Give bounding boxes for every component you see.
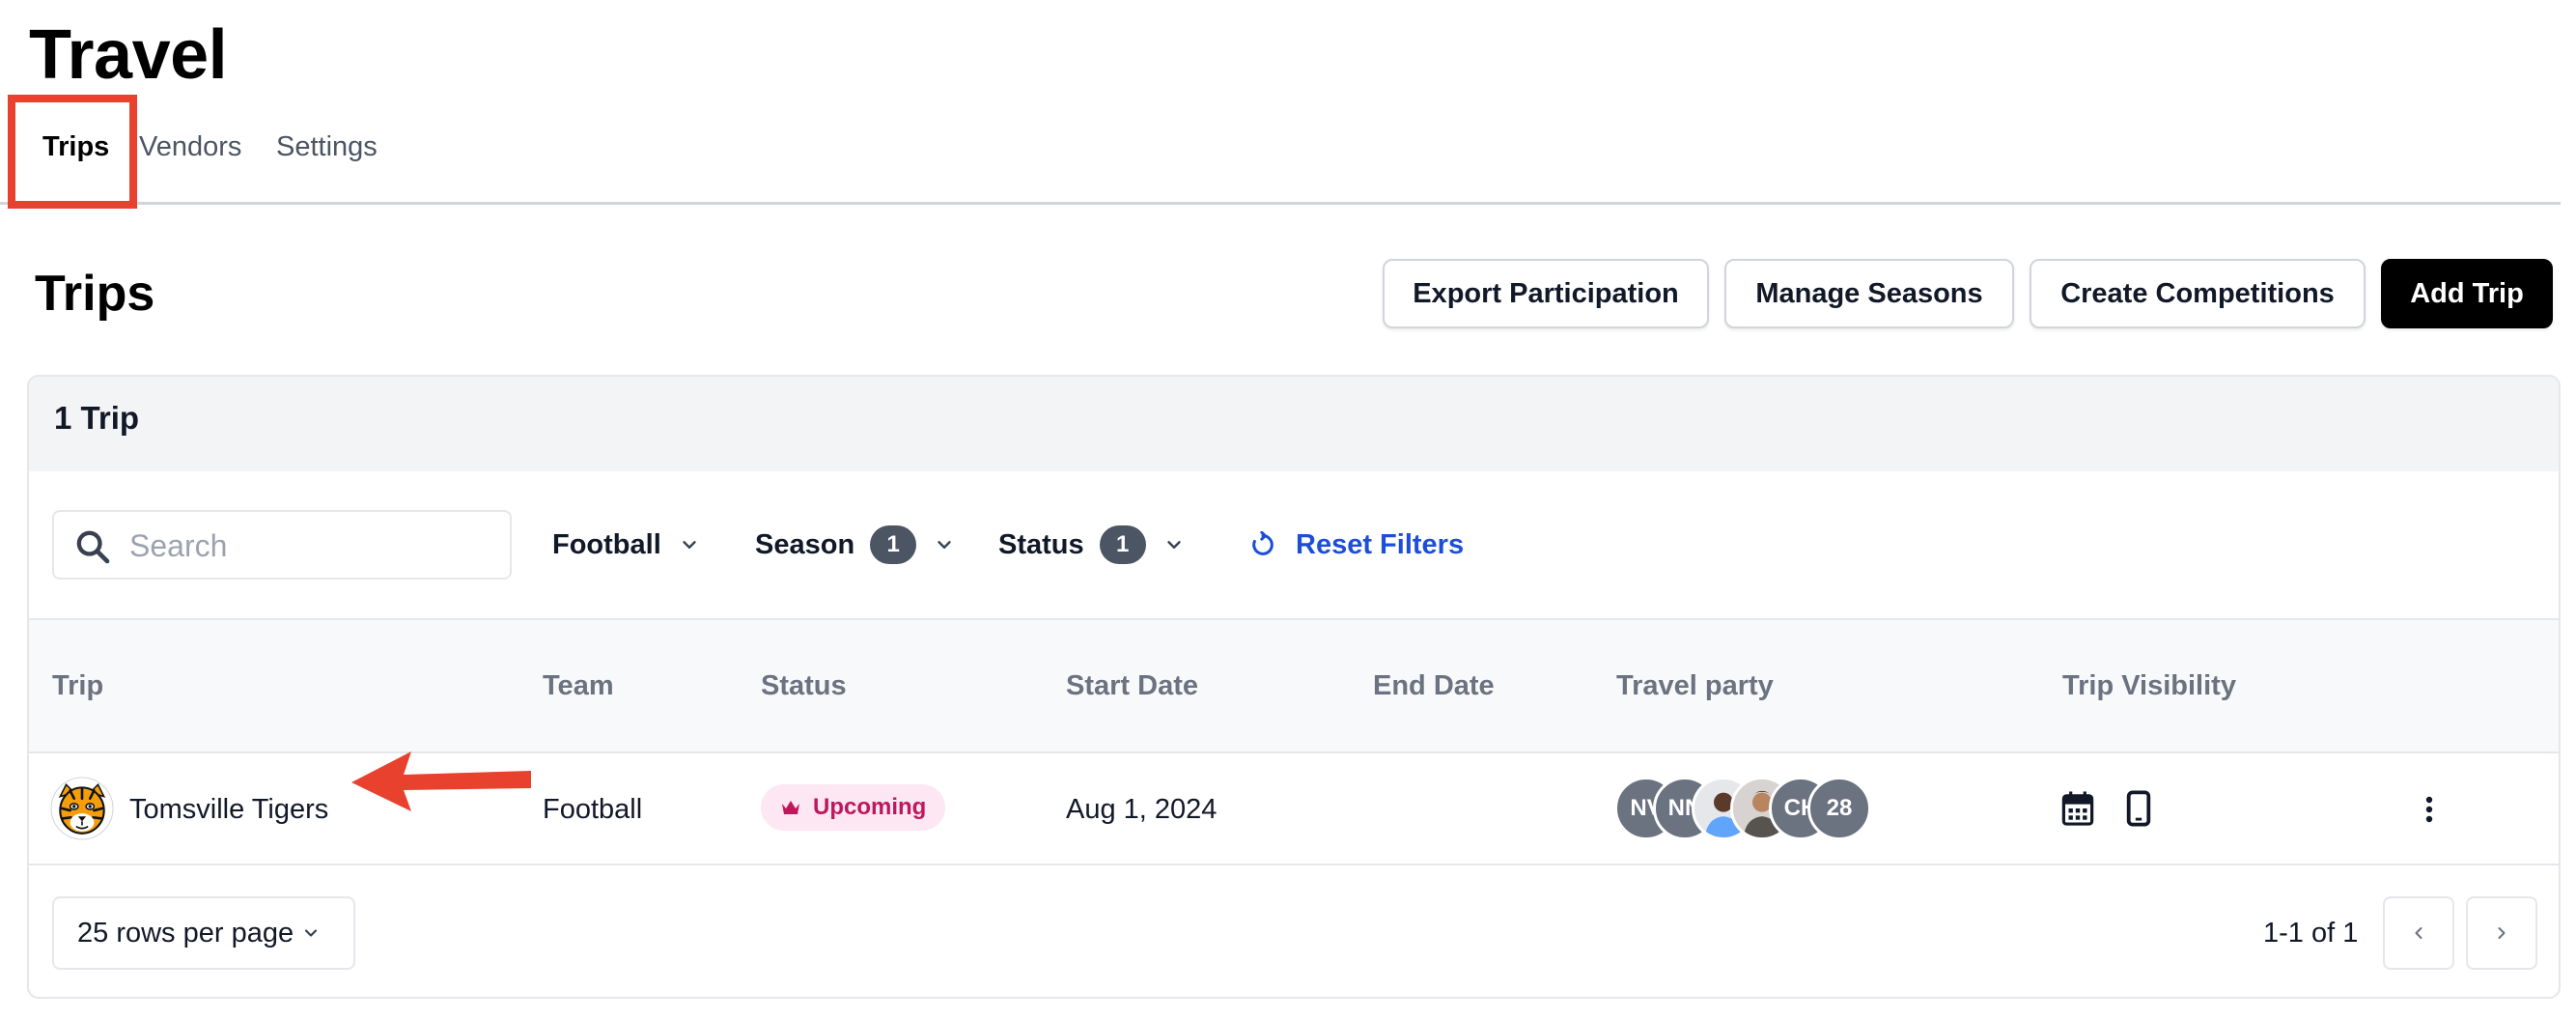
search-box[interactable] (52, 510, 512, 580)
rows-per-page-select[interactable]: 25 rows per page (52, 896, 355, 970)
search-input[interactable] (129, 524, 496, 568)
trip-name[interactable]: Tomsville Tigers (129, 794, 328, 826)
trip-count: 1 Trip (54, 400, 140, 436)
reset-filters-button[interactable]: Reset Filters (1249, 522, 1464, 568)
filter-season-label: Season (755, 528, 855, 560)
team-name: Football (543, 794, 643, 825)
column-header-trip[interactable]: Trip (52, 670, 103, 702)
filter-season-count-badge: 1 (870, 525, 917, 564)
card-header: 1 Trip (29, 377, 2559, 471)
manage-seasons-button[interactable]: Manage Seasons (1724, 259, 2014, 328)
column-header-travel-party[interactable]: Travel party (1616, 670, 1774, 702)
column-header-end-date[interactable]: End Date (1373, 670, 1495, 702)
page-title: Travel (29, 16, 228, 94)
table-header: Trip Team Status Start Date End Date Tra… (29, 618, 2559, 753)
chevron-down-icon (305, 929, 318, 937)
chevron-down-icon (683, 541, 696, 549)
filter-sport-dropdown[interactable]: Football (552, 522, 700, 568)
column-header-team[interactable]: Team (543, 670, 614, 702)
filter-sport-label: Football (552, 528, 661, 560)
reset-filters-label: Reset Filters (1296, 528, 1465, 560)
tab-bar: Trips Vendors Settings (0, 93, 2561, 209)
search-icon (76, 530, 110, 564)
chevron-down-icon (1166, 541, 1181, 549)
export-participation-button[interactable]: Export Participation (1383, 259, 1709, 328)
filter-status-count-badge: 1 (1099, 525, 1146, 564)
next-page-button[interactable] (2466, 896, 2537, 970)
mobile-phone-icon[interactable] (2126, 790, 2151, 827)
previous-page-button[interactable] (2383, 896, 2454, 970)
avatar-overflow-count[interactable]: 28 (1807, 777, 1871, 840)
filter-season-dropdown[interactable]: Season 1 (755, 522, 955, 568)
crown-icon (782, 801, 799, 814)
status-badge: Upcoming (761, 784, 946, 831)
reset-icon (1252, 531, 1274, 555)
annotation-arrow-icon (351, 751, 531, 811)
status-badge-label: Upcoming (813, 794, 927, 820)
create-competitions-button[interactable]: Create Competitions (2030, 259, 2366, 328)
column-header-trip-visibility[interactable]: Trip Visibility (2062, 670, 2236, 702)
chevron-down-icon (938, 541, 951, 549)
column-header-status[interactable]: Status (761, 670, 847, 702)
add-trip-button[interactable]: Add Trip (2381, 259, 2553, 328)
start-date: Aug 1, 2024 (1066, 794, 1218, 825)
calendar-icon[interactable] (2060, 790, 2095, 827)
trips-card: 1 Trip Football Season 1 Status 1 Reset … (27, 375, 2561, 999)
filter-status-dropdown[interactable]: Status 1 (998, 522, 1185, 568)
column-header-start-date[interactable]: Start Date (1066, 670, 1198, 702)
section-title: Trips (35, 266, 155, 322)
tiger-logo-icon (50, 777, 114, 840)
tab-vendors[interactable]: Vendors (139, 131, 241, 163)
rows-per-page-label: 25 rows per page (77, 917, 294, 949)
filter-status-label: Status (998, 528, 1084, 560)
tab-settings[interactable]: Settings (276, 131, 378, 163)
highlight-annotation-box (8, 95, 137, 209)
pagination-range: 1-1 of 1 (2263, 918, 2359, 949)
more-options-icon[interactable] (2420, 794, 2439, 825)
chevron-right-icon (2498, 927, 2506, 939)
chevron-left-icon (2415, 927, 2422, 939)
